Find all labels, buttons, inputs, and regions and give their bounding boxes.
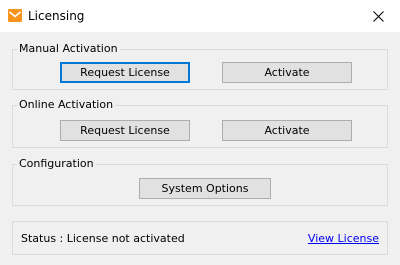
envelope-icon [8,9,22,22]
manual-activate-button[interactable]: Activate [222,62,352,83]
view-license-link[interactable]: View License [308,232,379,246]
close-button[interactable] [356,0,400,32]
close-icon [372,10,384,22]
online-request-license-button[interactable]: Request License [60,120,190,141]
configuration-label: Configuration [17,157,96,171]
online-activate-button[interactable]: Activate [222,120,352,141]
licensing-window: Licensing Manual Activation Request Lice… [0,0,400,265]
manual-request-license-button[interactable]: Request License [60,62,190,83]
window-title: Licensing [28,9,85,23]
manual-activation-label: Manual Activation [17,42,120,56]
system-options-button[interactable]: System Options [139,178,271,199]
configuration-group: Configuration System Options [12,157,388,206]
status-panel: Status : License not activated View Lice… [12,221,388,255]
online-activation-label: Online Activation [17,98,116,112]
status-text: Status : License not activated [21,232,185,245]
manual-activation-group: Manual Activation Request License Activa… [12,42,388,90]
title-bar: Licensing [0,0,400,32]
online-activation-group: Online Activation Request License Activa… [12,98,388,148]
